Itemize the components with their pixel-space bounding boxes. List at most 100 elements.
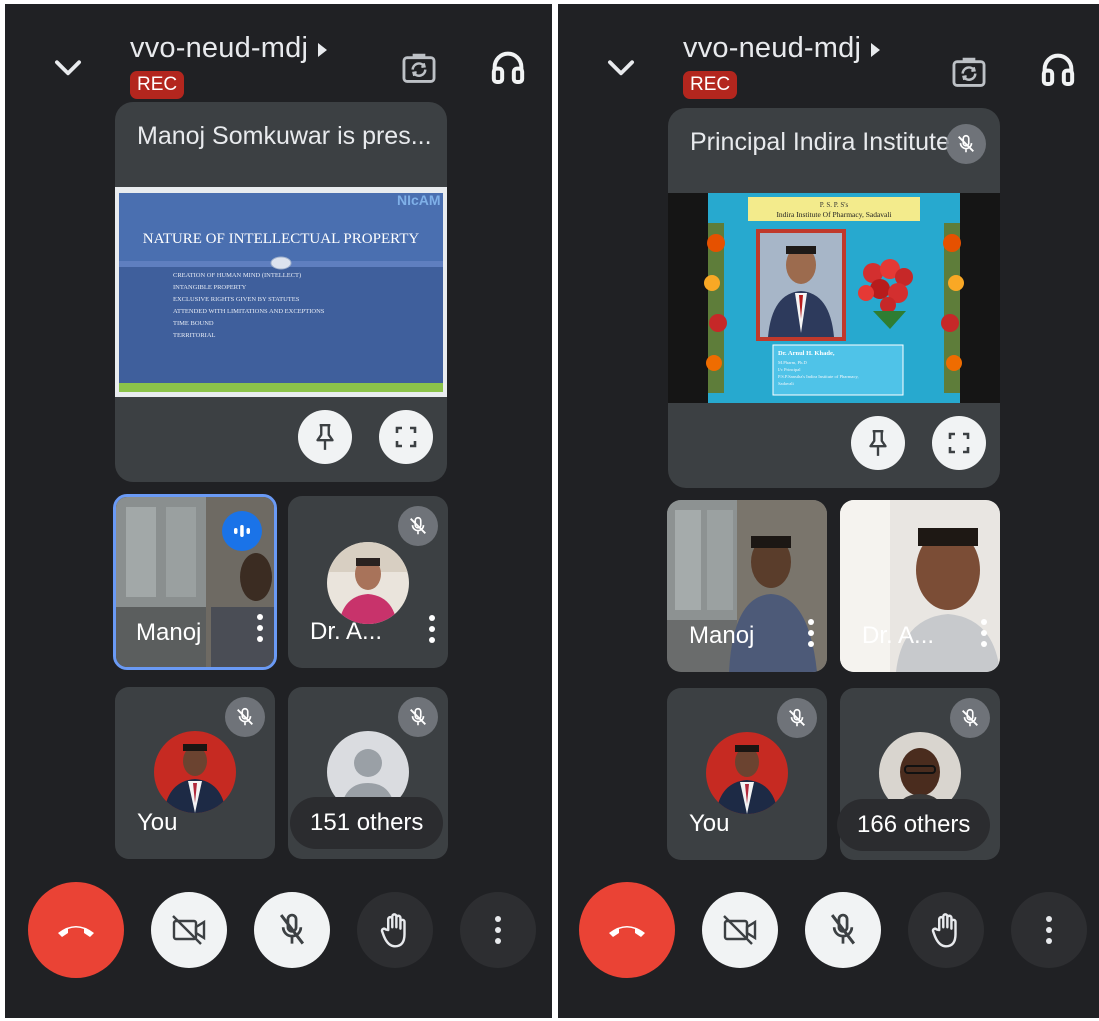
triangle-right-icon (871, 42, 881, 57)
top-bar: vvo-neud-mdj REC (5, 4, 552, 104)
avatar (154, 731, 236, 813)
others-count[interactable]: 166 others (837, 799, 991, 851)
participant-tile-dr-a[interactable]: Dr. A... (288, 496, 448, 668)
slide-bullet: EXCLUSIVE RIGHTS GIVEN BY STATUTES (173, 296, 300, 303)
participant-tile-you[interactable]: You (667, 688, 827, 860)
mic-off-icon (830, 913, 856, 945)
end-call-icon (609, 926, 645, 937)
participant-name: Manoj (689, 622, 755, 649)
pin-icon (316, 424, 334, 450)
mic-off-icon (962, 708, 978, 727)
participant-name: You (137, 809, 178, 836)
raise-hand-icon (380, 913, 406, 948)
more-vert-icon[interactable] (980, 618, 988, 648)
slide-logo: NIcAM (397, 192, 441, 208)
end-call-icon (58, 926, 94, 937)
more-options-button[interactable] (1011, 892, 1087, 968)
mic-off-badge (225, 697, 265, 737)
fullscreen-button[interactable] (379, 410, 433, 464)
more-vert-icon[interactable] (807, 618, 815, 648)
presentation-card[interactable]: Manoj Somkuwar is pres... NIcAM NATURE O… (115, 102, 447, 482)
participant-tile-manoj[interactable]: Manoj (667, 500, 827, 672)
slide-title: NATURE OF INTELLECTUAL PROPERTY (143, 231, 420, 247)
meeting-title: vvo-neud-mdj (683, 32, 862, 64)
camera-toggle-button[interactable] (151, 892, 227, 968)
others-count[interactable]: 151 others (290, 797, 444, 849)
pin-button[interactable] (851, 416, 905, 470)
raise-hand-button[interactable] (908, 892, 984, 968)
mic-off-icon (410, 707, 426, 726)
rec-badge: REC (130, 71, 185, 99)
camera-toggle-button[interactable] (702, 892, 778, 968)
ip-slide: NIcAM NATURE OF INTELLECTUAL PROPERTY CR… (115, 187, 447, 397)
meeting-title-button[interactable]: vvo-neud-mdj (130, 32, 328, 65)
mic-off-icon (958, 134, 974, 153)
participant-tile-you[interactable]: You (115, 687, 275, 859)
more-vert-icon[interactable] (428, 614, 436, 644)
camera-switch-icon[interactable] (400, 49, 438, 87)
slide-bullet: TERRITORIAL (173, 332, 216, 339)
chevron-down-icon[interactable] (49, 48, 87, 86)
headphones-icon[interactable] (1038, 49, 1078, 89)
caption-line: I/c Principal (778, 367, 801, 372)
participant-name: Dr. A... (862, 622, 935, 649)
right-meet-screen: vvo-neud-mdj REC Principal Indira Instit… (558, 4, 1099, 1018)
participant-name: You (689, 810, 730, 837)
slide-header: Indira Institute Of Pharmacy, Sadavali (776, 210, 891, 219)
shared-screen: NIcAM NATURE OF INTELLECTUAL PROPERTY CR… (115, 187, 447, 397)
avatar (327, 542, 409, 624)
mic-off-icon (279, 913, 305, 945)
pin-icon (869, 430, 887, 456)
presentation-card[interactable]: Principal Indira Institute P. S. P. S's … (668, 108, 1000, 488)
mic-off-icon (410, 516, 426, 535)
mic-off-icon (789, 708, 805, 727)
slide-bullet: ATTENDED WITH LIMITATIONS AND EXCEPTIONS (173, 308, 325, 315)
slide-bullet: CREATION OF HUMAN MIND (INTELLECT) (173, 272, 301, 279)
pin-button[interactable] (298, 410, 352, 464)
mic-off-icon (237, 707, 253, 726)
speaking-icon (234, 525, 250, 537)
slide-bullet: INTANGIBLE PROPERTY (173, 284, 247, 291)
fullscreen-icon (395, 426, 417, 448)
avatar (706, 732, 788, 814)
more-vert-icon (495, 916, 501, 944)
presenter-label: Manoj Somkuwar is pres... (137, 122, 432, 150)
caption-line: Sadavali (778, 381, 795, 386)
end-call-button[interactable] (579, 882, 675, 978)
camera-switch-icon[interactable] (950, 53, 988, 91)
participant-tile-manoj[interactable]: Manoj (113, 494, 277, 670)
participant-name: Dr. A... (310, 618, 383, 645)
top-bar: vvo-neud-mdj REC (558, 4, 1099, 104)
slide-bullet: TIME BOUND (173, 320, 214, 327)
raise-hand-button[interactable] (357, 892, 433, 968)
camera-off-icon (172, 915, 206, 945)
left-meet-screen: vvo-neud-mdj REC Manoj Somkuwar is pres.… (5, 4, 552, 1018)
meeting-title: vvo-neud-mdj (130, 32, 309, 64)
mic-toggle-button[interactable] (254, 892, 330, 968)
principal-slide: P. S. P. S's Indira Institute Of Pharmac… (704, 193, 964, 403)
end-call-button[interactable] (28, 882, 124, 978)
more-vert-icon[interactable] (256, 613, 264, 643)
participant-tile-dr-a[interactable]: Dr. A... (840, 500, 1000, 672)
fullscreen-button[interactable] (932, 416, 986, 470)
meeting-title-button[interactable]: vvo-neud-mdj (683, 32, 881, 65)
shared-screen: P. S. P. S's Indira Institute Of Pharmac… (668, 193, 1000, 403)
headphones-icon[interactable] (488, 47, 528, 87)
mic-toggle-button[interactable] (805, 892, 881, 968)
fullscreen-icon (948, 432, 970, 454)
rec-badge: REC (683, 71, 738, 99)
more-vert-icon (1046, 916, 1052, 944)
mic-off-badge (398, 697, 438, 737)
mic-off-badge (398, 506, 438, 546)
speaking-badge (222, 511, 262, 551)
triangle-right-icon (318, 42, 328, 57)
raise-hand-icon (931, 913, 957, 948)
more-options-button[interactable] (460, 892, 536, 968)
camera-off-icon (723, 915, 757, 945)
caption-name: Dr. Arnul H. Khade, (778, 350, 835, 357)
slide-header: P. S. P. S's (820, 201, 849, 209)
participant-name: Manoj (136, 619, 202, 646)
mic-off-badge (777, 698, 817, 738)
chevron-down-icon[interactable] (602, 48, 640, 86)
mic-off-badge (950, 698, 990, 738)
